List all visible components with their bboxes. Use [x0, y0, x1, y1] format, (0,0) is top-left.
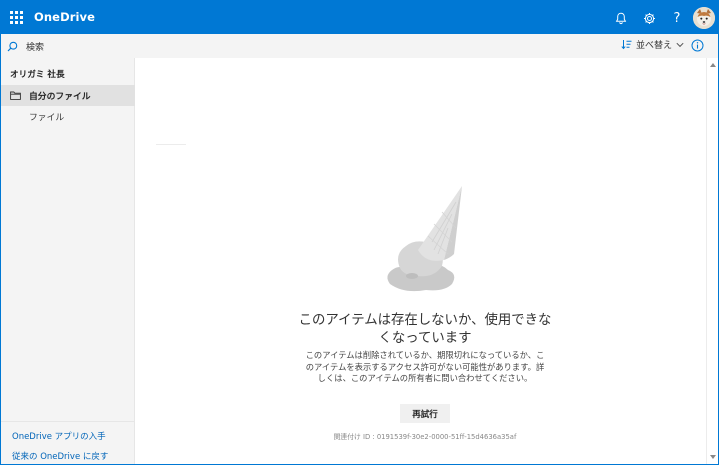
search-placeholder: 検索	[26, 42, 45, 53]
dropped-ice-cream-illustration	[387, 186, 462, 292]
command-bar: 検索 並べ替え	[1, 34, 718, 58]
scroll-up-arrow[interactable]	[710, 63, 716, 67]
search-box[interactable]: 検索	[7, 37, 44, 55]
error-title: このアイテムは存在しないか、使用できなくなっています	[298, 313, 552, 346]
user-avatar[interactable]	[693, 7, 715, 29]
nav-item-my-files-label: 自分のファイル	[29, 92, 91, 102]
search-icon	[7, 41, 18, 51]
nav-item-my-files[interactable]: 自分のファイル	[1, 85, 135, 106]
sort-icon	[621, 40, 632, 50]
nav-item-files-label: ファイル	[29, 113, 65, 123]
vertical-scrollbar[interactable]	[706, 58, 718, 464]
chevron-down-icon	[676, 42, 684, 47]
retry-button[interactable]: 再試行	[400, 404, 450, 423]
sort-button[interactable]: 並べ替え	[621, 38, 684, 51]
left-navigation: オリガミ 社長 自分のファイル ファイル OneDrive アプリの入手 従来の…	[1, 58, 135, 464]
placeholder-divider	[156, 144, 186, 145]
nav-item-files[interactable]: ファイル	[1, 106, 135, 127]
suite-header: OneDrive ?	[1, 1, 718, 34]
return-to-classic-onedrive-link[interactable]: 従来の OneDrive に戻す	[12, 450, 108, 462]
user-name: オリガミ 社長	[10, 70, 65, 80]
nav-divider	[1, 421, 135, 422]
notifications-bell-icon[interactable]	[610, 7, 632, 29]
help-button[interactable]: ?	[666, 7, 688, 29]
app-launcher-waffle-icon[interactable]	[3, 3, 29, 31]
main-content: このアイテムは存在しないか、使用できなくなっています このアイテムは削除されてい…	[136, 58, 706, 464]
app-title[interactable]: OneDrive	[34, 10, 95, 24]
get-onedrive-apps-link[interactable]: OneDrive アプリの入手	[12, 430, 106, 442]
correlation-id: 関連付け ID : 0191539f-30e2-0000-51ff-15d463…	[333, 433, 517, 441]
scroll-down-arrow[interactable]	[710, 455, 716, 459]
folder-icon	[10, 91, 21, 100]
onedrive-window: OneDrive ? 検索 並べ替え オリガミ 社長 自分のファイル ファイル …	[0, 0, 719, 465]
error-description: このアイテムは削除されているか、期限切れになっているか、このアイテムを表示するア…	[305, 350, 545, 383]
info-icon[interactable]	[691, 39, 704, 52]
settings-gear-icon[interactable]	[638, 7, 660, 29]
sort-label: 並べ替え	[635, 41, 672, 51]
